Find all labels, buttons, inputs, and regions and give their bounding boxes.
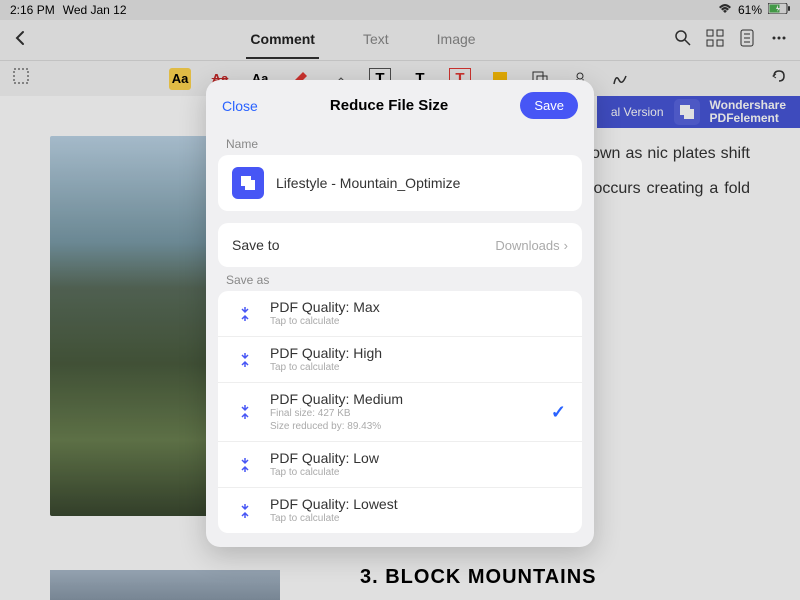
saveas-label: Save as: [206, 267, 594, 291]
compress-icon: [232, 452, 258, 478]
saveto-row[interactable]: Save to Downloads ›: [218, 223, 582, 267]
filename-row[interactable]: Lifestyle - Mountain_Optimize: [218, 155, 582, 211]
reduce-file-size-modal: Close Reduce File Size Save Name Lifesty…: [206, 80, 594, 547]
quality-lowest[interactable]: PDF Quality: LowestTap to calculate: [218, 488, 582, 533]
quality-max[interactable]: PDF Quality: MaxTap to calculate: [218, 291, 582, 337]
compress-icon: [232, 498, 258, 524]
name-label: Name: [206, 131, 594, 155]
saveto-label: Save to: [232, 237, 279, 253]
modal-title: Reduce File Size: [330, 97, 448, 114]
file-icon: [232, 167, 264, 199]
quality-high[interactable]: PDF Quality: HighTap to calculate: [218, 337, 582, 383]
check-icon: ✓: [551, 402, 566, 423]
close-button[interactable]: Close: [222, 98, 258, 114]
quality-list: PDF Quality: MaxTap to calculate PDF Qua…: [218, 291, 582, 533]
filename-text: Lifestyle - Mountain_Optimize: [276, 175, 460, 191]
quality-medium[interactable]: PDF Quality: MediumFinal size: 427 KBSiz…: [218, 383, 582, 442]
saveto-value: Downloads: [495, 238, 559, 253]
save-button[interactable]: Save: [520, 92, 578, 119]
compress-icon: [232, 399, 258, 425]
compress-icon: [232, 301, 258, 327]
compress-icon: [232, 347, 258, 373]
quality-low[interactable]: PDF Quality: LowTap to calculate: [218, 442, 582, 488]
chevron-right-icon: ›: [564, 238, 568, 253]
